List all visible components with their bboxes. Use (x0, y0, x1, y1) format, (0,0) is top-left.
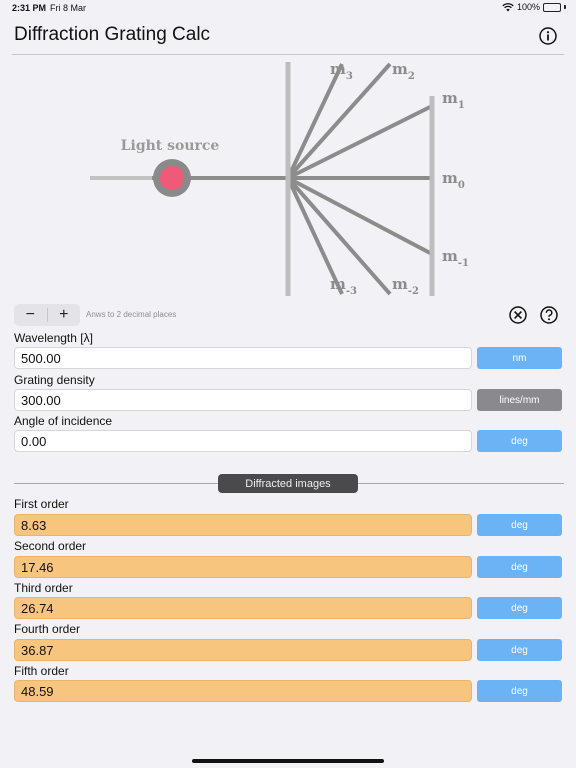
section-title: Diffracted images (218, 474, 358, 493)
light-source-label: Light source (121, 138, 220, 154)
info-icon[interactable] (538, 26, 558, 46)
fourth-order-label: Fourth order (14, 622, 81, 636)
fifth-order-unit-button[interactable]: deg (477, 680, 562, 702)
first-order-label: First order (14, 497, 69, 511)
first-order-unit-button[interactable]: deg (477, 514, 562, 536)
beam-m2 (286, 62, 392, 180)
light-source-dot (160, 166, 184, 190)
beam-m1 (287, 104, 433, 180)
status-bar: 2:31 PM Fri 8 Mar 100% (0, 0, 576, 18)
wavelength-input[interactable]: 500.00 (14, 347, 472, 369)
fourth-order-unit-button[interactable]: deg (477, 639, 562, 661)
beam-m3 (286, 63, 344, 179)
beam-m-1 (287, 176, 433, 256)
help-icon[interactable] (539, 305, 559, 325)
diffraction-diagram: Light source m3 m2 m1 m0 m-1 m-3 m-2 (90, 60, 469, 297)
order-label-m-3: m-3 (330, 275, 357, 297)
incidence-angle-label: Angle of incidence (14, 414, 113, 428)
incidence-angle-input[interactable]: 0.00 (14, 430, 472, 452)
grating-density-label: Grating density (14, 373, 95, 387)
header-divider (12, 54, 564, 55)
grating-density-unit-button[interactable]: lines/mm (477, 389, 562, 411)
third-order-label: Third order (14, 581, 73, 595)
decrement-button[interactable]: − (14, 304, 47, 326)
third-order-value: 26.74 (14, 597, 472, 619)
home-indicator[interactable] (192, 759, 384, 763)
fifth-order-value: 48.59 (14, 680, 472, 702)
order-label-m0: m0 (442, 169, 465, 191)
order-label-m-2: m-2 (392, 275, 419, 297)
incidence-angle-unit-button[interactable]: deg (477, 430, 562, 452)
battery-percent: 100% (516, 2, 540, 12)
status-time: 2:31 PM (12, 3, 47, 13)
status-date: Fri 8 Mar (50, 3, 86, 13)
wavelength-label: Wavelength [λ] (14, 331, 93, 345)
second-order-label: Second order (14, 539, 87, 553)
increment-button[interactable]: + (48, 304, 81, 326)
second-order-value: 17.46 (14, 556, 472, 578)
fourth-order-value: 36.87 (14, 639, 472, 661)
grating-density-input[interactable]: 300.00 (14, 389, 472, 411)
first-order-value: 8.63 (14, 514, 472, 536)
wavelength-unit-button[interactable]: nm (477, 347, 562, 369)
page-title: Diffraction Grating Calc (14, 24, 211, 45)
order-label-m2: m2 (392, 60, 415, 82)
third-order-unit-button[interactable]: deg (477, 597, 562, 619)
second-order-unit-button[interactable]: deg (477, 556, 562, 578)
clear-icon[interactable] (508, 305, 528, 325)
wifi-icon (502, 2, 514, 11)
order-label-m-1: m-1 (442, 247, 469, 269)
decimal-hint: Anws to 2 decimal places (86, 310, 177, 319)
battery-icon (543, 2, 561, 12)
order-label-m1: m1 (442, 89, 465, 111)
decimal-stepper[interactable]: − + (14, 304, 80, 326)
fifth-order-label: Fifth order (14, 664, 69, 678)
status-right: 100% (502, 2, 566, 12)
